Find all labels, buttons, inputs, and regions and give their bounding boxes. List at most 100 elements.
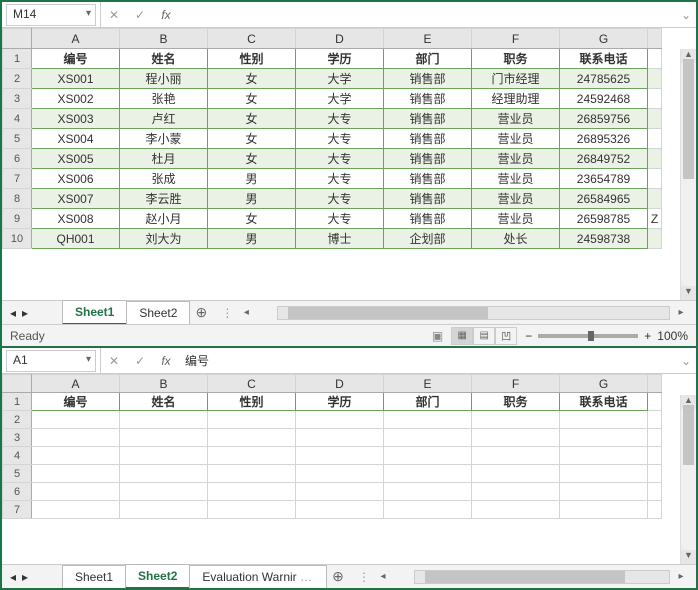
tab-sheet2[interactable]: Sheet2 bbox=[126, 301, 190, 324]
cell[interactable]: 卢红 bbox=[120, 109, 208, 129]
cell[interactable]: QH001 bbox=[32, 229, 120, 249]
cell[interactable] bbox=[648, 149, 662, 169]
cell[interactable]: 职务 bbox=[472, 393, 560, 411]
cell[interactable]: 销售部 bbox=[384, 89, 472, 109]
cell[interactable]: 门市经理 bbox=[472, 69, 560, 89]
cell[interactable]: 企划部 bbox=[384, 229, 472, 249]
cell[interactable]: 张成 bbox=[120, 169, 208, 189]
cell[interactable]: 学历 bbox=[296, 393, 384, 411]
row-header[interactable]: 3 bbox=[3, 89, 32, 109]
row-header[interactable]: 6 bbox=[3, 483, 32, 501]
cell[interactable] bbox=[120, 411, 208, 429]
cell[interactable] bbox=[648, 189, 662, 209]
col-header[interactable]: E bbox=[384, 29, 472, 49]
cell[interactable] bbox=[560, 465, 648, 483]
cell[interactable] bbox=[560, 411, 648, 429]
cell[interactable] bbox=[296, 501, 384, 519]
cell[interactable] bbox=[560, 429, 648, 447]
cell[interactable]: 大专 bbox=[296, 149, 384, 169]
horizontal-scrollbar[interactable] bbox=[277, 306, 670, 320]
cell[interactable]: 杜月 bbox=[120, 149, 208, 169]
cell[interactable] bbox=[208, 411, 296, 429]
row-header[interactable]: 1 bbox=[3, 393, 32, 411]
cell[interactable] bbox=[472, 429, 560, 447]
row-header[interactable]: 10 bbox=[3, 229, 32, 249]
macro-record-icon[interactable]: ▣ bbox=[432, 329, 443, 343]
tab-nav[interactable]: ◂▸ bbox=[2, 306, 62, 320]
cell[interactable] bbox=[32, 429, 120, 447]
row-header[interactable]: 7 bbox=[3, 169, 32, 189]
cell[interactable] bbox=[384, 411, 472, 429]
cell[interactable]: 李小蒙 bbox=[120, 129, 208, 149]
col-header[interactable]: F bbox=[472, 29, 560, 49]
cell[interactable] bbox=[648, 109, 662, 129]
cell[interactable]: 编号 bbox=[32, 393, 120, 411]
tab-sheet1[interactable]: Sheet1 bbox=[62, 300, 127, 325]
cell[interactable] bbox=[472, 483, 560, 501]
prev-sheet-icon[interactable]: ◂ bbox=[10, 306, 16, 320]
cell[interactable]: 女 bbox=[208, 109, 296, 129]
cell[interactable] bbox=[384, 429, 472, 447]
cell[interactable] bbox=[472, 411, 560, 429]
new-sheet-icon[interactable]: ⊕ bbox=[326, 568, 350, 585]
cell[interactable] bbox=[384, 465, 472, 483]
cell[interactable] bbox=[296, 411, 384, 429]
cell[interactable]: 博士 bbox=[296, 229, 384, 249]
tab-options-icon[interactable]: ⋮ bbox=[221, 306, 235, 320]
name-box[interactable]: A1 bbox=[6, 350, 96, 372]
tab-options-icon[interactable]: ⋮ bbox=[358, 570, 372, 584]
cell[interactable]: 联系电话 bbox=[560, 49, 648, 69]
cancel-icon[interactable]: ✕ bbox=[101, 348, 127, 373]
horizontal-scrollbar[interactable] bbox=[414, 570, 670, 584]
cell[interactable]: 营业员 bbox=[472, 129, 560, 149]
enter-icon[interactable]: ✓ bbox=[127, 2, 153, 27]
cell[interactable]: XS004 bbox=[32, 129, 120, 149]
cell[interactable]: 大专 bbox=[296, 109, 384, 129]
cell[interactable] bbox=[32, 501, 120, 519]
cell[interactable]: 赵小月 bbox=[120, 209, 208, 229]
cell[interactable]: 26584965 bbox=[560, 189, 648, 209]
cell[interactable]: 销售部 bbox=[384, 209, 472, 229]
cell[interactable]: 职务 bbox=[472, 49, 560, 69]
fx-icon[interactable]: fx bbox=[153, 2, 179, 27]
next-sheet-icon[interactable]: ▸ bbox=[22, 306, 28, 320]
cell[interactable]: 张艳 bbox=[120, 89, 208, 109]
cell[interactable]: 销售部 bbox=[384, 69, 472, 89]
col-header[interactable]: G bbox=[560, 375, 648, 393]
vertical-scrollbar[interactable]: ▲ ▼ bbox=[680, 395, 696, 564]
cell[interactable] bbox=[32, 465, 120, 483]
cell[interactable]: 刘大为 bbox=[120, 229, 208, 249]
cell[interactable]: 销售部 bbox=[384, 189, 472, 209]
cell[interactable] bbox=[648, 393, 662, 411]
cell[interactable]: 部门 bbox=[384, 49, 472, 69]
tab-sheet1[interactable]: Sheet1 bbox=[62, 565, 126, 588]
cell[interactable] bbox=[120, 429, 208, 447]
cell[interactable]: 男 bbox=[208, 229, 296, 249]
new-sheet-icon[interactable]: ⊕ bbox=[189, 304, 213, 321]
cell[interactable] bbox=[120, 447, 208, 465]
cell[interactable] bbox=[296, 429, 384, 447]
col-header[interactable]: G bbox=[560, 29, 648, 49]
scroll-right-icon[interactable]: ▸ bbox=[674, 571, 688, 582]
cell[interactable]: 女 bbox=[208, 69, 296, 89]
cell[interactable] bbox=[208, 465, 296, 483]
formula-input[interactable] bbox=[179, 4, 676, 26]
col-header[interactable]: F bbox=[472, 375, 560, 393]
cell[interactable]: XS008 bbox=[32, 209, 120, 229]
cell[interactable]: 26849752 bbox=[560, 149, 648, 169]
page-layout-view-icon[interactable]: ▤ bbox=[473, 327, 495, 345]
cell[interactable] bbox=[648, 429, 662, 447]
col-header[interactable]: B bbox=[120, 375, 208, 393]
cell[interactable]: 姓名 bbox=[120, 49, 208, 69]
col-header[interactable]: A bbox=[32, 375, 120, 393]
cell[interactable]: 24592468 bbox=[560, 89, 648, 109]
cell[interactable]: XS003 bbox=[32, 109, 120, 129]
col-header[interactable]: C bbox=[208, 29, 296, 49]
row-header[interactable]: 4 bbox=[3, 447, 32, 465]
cell[interactable]: XS006 bbox=[32, 169, 120, 189]
cell[interactable]: 程小丽 bbox=[120, 69, 208, 89]
col-header[interactable] bbox=[648, 375, 662, 393]
cell[interactable]: 女 bbox=[208, 149, 296, 169]
cell[interactable] bbox=[648, 465, 662, 483]
cell[interactable]: 经理助理 bbox=[472, 89, 560, 109]
